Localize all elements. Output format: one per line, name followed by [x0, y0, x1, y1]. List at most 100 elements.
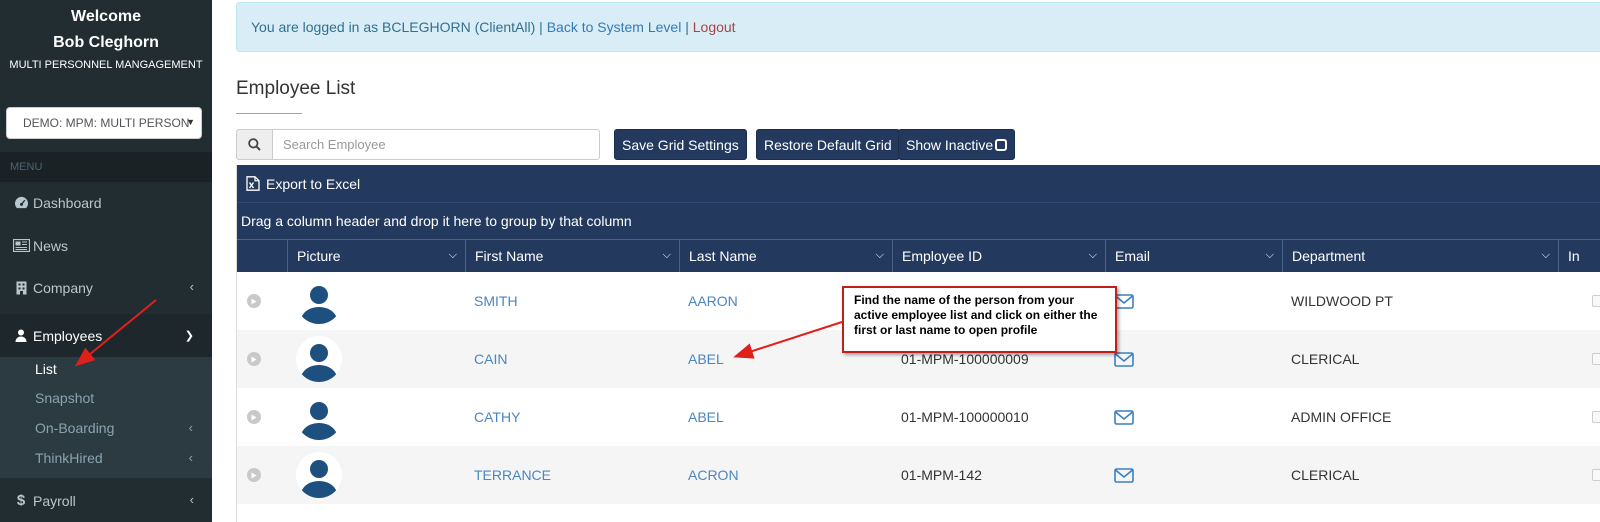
inactive-checkbox[interactable]	[1592, 469, 1600, 481]
inactive-checkbox[interactable]	[1592, 411, 1600, 423]
header-label: Email	[1115, 248, 1151, 264]
chevron-left-icon: ‹	[188, 420, 193, 435]
grid-toolbar: Export to Excel	[237, 165, 1600, 202]
login-alert: You are logged in as BCLEGHORN (ClientAl…	[236, 2, 1600, 52]
expand-row-icon[interactable]	[247, 468, 261, 482]
last-name-cell: ABEL	[679, 330, 724, 388]
chevron-down-icon[interactable]: ⌵	[663, 249, 671, 262]
last-name-cell: AARON	[679, 272, 738, 330]
save-grid-settings-button[interactable]: Save Grid Settings	[614, 129, 747, 160]
inactive-checkbox[interactable]	[1592, 295, 1600, 307]
dollar-icon: $	[16, 492, 26, 509]
header-email[interactable]: Email ⌵	[1105, 240, 1282, 272]
chevron-down-icon[interactable]: ⌵	[449, 249, 457, 262]
chevron-down-icon[interactable]: ⌵	[1266, 249, 1274, 262]
chevron-left-icon: ‹	[189, 279, 194, 294]
sidebar-item-label: News	[33, 237, 69, 254]
department-cell: WILDWOOD PT	[1291, 293, 1393, 309]
table-row: CATHY ABEL 01-MPM-100000010 ADMIN OFFICE	[237, 388, 1600, 446]
avatar	[296, 452, 342, 498]
first-name-link[interactable]: SMITH	[474, 293, 518, 309]
sidebar-item-news[interactable]: News	[0, 224, 212, 267]
group-by-panel[interactable]: Drag a column header and drop it here to…	[237, 202, 1600, 239]
avatar	[296, 394, 342, 440]
department-cell: ADMIN OFFICE	[1291, 409, 1392, 425]
sidebar-item-dashboard[interactable]: Dashboard	[0, 181, 212, 224]
last-name-link[interactable]: ABEL	[688, 351, 724, 367]
expand-row-icon[interactable]	[247, 410, 261, 424]
app-root: Welcome Bob Cleghorn MULTI PERSONNEL MAN…	[0, 0, 1600, 522]
header-employee-id[interactable]: Employee ID ⌵	[892, 240, 1105, 272]
export-excel-button[interactable]: Export to Excel	[266, 176, 360, 192]
first-name-link[interactable]: TERRANCE	[474, 467, 551, 483]
search-input[interactable]	[273, 129, 600, 160]
show-inactive-button[interactable]: Show Inactive	[898, 129, 1016, 160]
header-first-name[interactable]: First Name ⌵	[465, 240, 679, 272]
search-icon	[248, 138, 261, 151]
dashboard-icon	[12, 196, 30, 209]
search-button[interactable]	[236, 129, 273, 160]
header-last-name[interactable]: Last Name ⌵	[679, 240, 892, 272]
welcome-text: Welcome	[71, 8, 141, 25]
building-icon	[12, 281, 30, 295]
page-title: Employee List	[236, 78, 356, 99]
chevron-left-icon: ‹	[189, 492, 194, 507]
submenu-item-label: On-Boarding	[35, 420, 115, 436]
header-label: First Name	[475, 248, 544, 264]
logout-link[interactable]: Logout	[693, 19, 736, 35]
header-label: Last Name	[689, 248, 757, 264]
back-to-system-link[interactable]: Back to System Level	[547, 19, 682, 35]
expand-row-icon[interactable]	[247, 352, 261, 366]
header-label: Department	[1292, 248, 1366, 264]
employee-id-cell: 01-MPM-142	[901, 467, 982, 483]
submenu-item-onboarding[interactable]: On-Boarding ‹	[35, 413, 205, 443]
sidebar-item-label: Employees	[33, 327, 103, 344]
department-cell: CLERICAL	[1291, 351, 1360, 367]
chevron-down-icon[interactable]: ⌵	[1089, 249, 1097, 262]
email-cell	[1105, 446, 1134, 504]
avatar	[296, 336, 342, 382]
sidebar-item-company[interactable]: Company ‹	[0, 266, 212, 309]
chevron-left-icon: ‹	[188, 450, 193, 465]
first-name-cell: CATHY	[465, 388, 520, 446]
title-underline	[236, 113, 302, 114]
last-name-link[interactable]: ACRON	[688, 467, 739, 483]
last-name-link[interactable]: AARON	[688, 293, 738, 309]
submenu-item-thinkhired[interactable]: ThinkHired ‹	[35, 443, 205, 473]
last-name-link[interactable]: ABEL	[688, 409, 724, 425]
company-name: MULTI PERSONNEL MANGAGEMENT	[9, 59, 203, 71]
restore-default-grid-button[interactable]: Restore Default Grid	[756, 129, 900, 160]
envelope-icon[interactable]	[1114, 467, 1134, 483]
envelope-icon[interactable]	[1114, 409, 1134, 425]
picture-cell	[287, 388, 342, 446]
envelope-icon[interactable]	[1114, 293, 1134, 309]
header-picture[interactable]: Picture ⌵	[287, 240, 465, 272]
grid-header-row: Picture ⌵ First Name ⌵ Last Name ⌵ Employee…	[237, 239, 1600, 272]
submenu-item-label: ThinkHired	[35, 450, 103, 466]
employee-id-cell: 01-MPM-100000010	[901, 409, 1029, 425]
expand-row-icon[interactable]	[247, 294, 261, 308]
sidebar-item-payroll[interactable]: $ Payroll ‹	[0, 479, 212, 522]
submenu-item-list[interactable]: List	[35, 354, 205, 384]
chevron-down-icon[interactable]: ⌵	[1542, 249, 1550, 262]
envelope-icon[interactable]	[1114, 351, 1134, 367]
sidebar-item-label: Payroll	[33, 492, 76, 509]
table-row: TERRANCE ACRON 01-MPM-142 CLERICAL	[237, 446, 1600, 504]
header-department[interactable]: Department ⌵	[1282, 240, 1558, 272]
header-inactive[interactable]: In	[1558, 240, 1600, 272]
submenu-item-label: List	[35, 361, 57, 377]
inactive-checkbox[interactable]	[1592, 353, 1600, 365]
first-name-link[interactable]: CAIN	[474, 351, 507, 367]
excel-icon	[246, 176, 260, 191]
user-icon	[12, 329, 30, 342]
login-status-text: You are logged in as BCLEGHORN (ClientAl…	[251, 19, 547, 35]
submenu-item-snapshot[interactable]: Snapshot	[35, 383, 205, 413]
sidebar-item-employees[interactable]: Employees ❯	[0, 314, 212, 357]
chevron-down-icon[interactable]: ⌵	[876, 249, 884, 262]
first-name-cell: SMITH	[465, 272, 518, 330]
show-inactive-checkbox[interactable]	[995, 138, 1008, 151]
client-select[interactable]: DEMO: MPM: MULTI PERSON ▼	[6, 107, 202, 139]
sidebar-item-label: Dashboard	[33, 194, 102, 211]
first-name-link[interactable]: CATHY	[474, 409, 520, 425]
picture-cell	[287, 446, 342, 504]
